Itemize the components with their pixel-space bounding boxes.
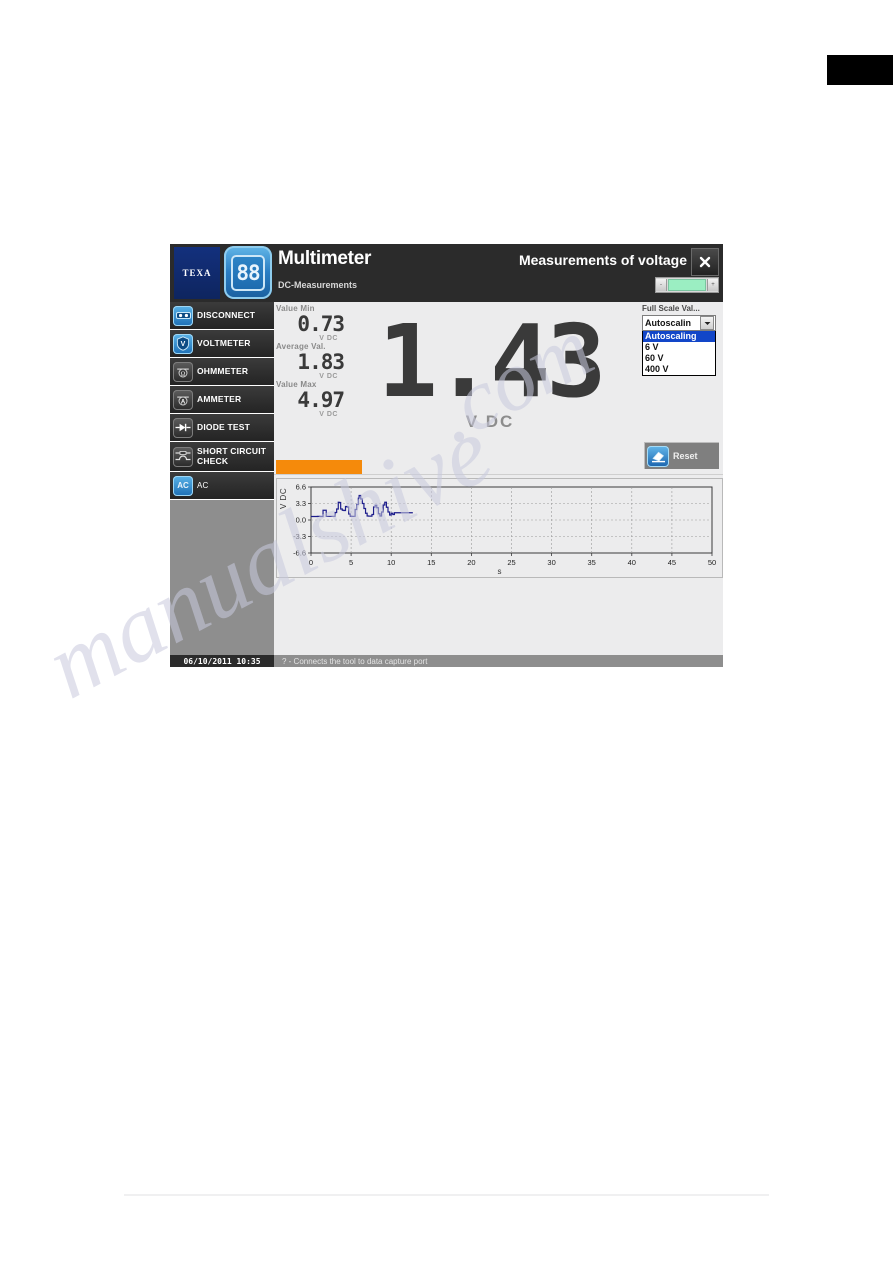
sidebar-menu: DISCONNECT V VOLTMETER Ω OHMMETER A AMME… xyxy=(170,302,274,655)
sidebar-item-short-circuit-check[interactable]: SHORT CIRCUIT CHECK xyxy=(170,442,274,472)
main-reading-value: 1.43 xyxy=(377,303,607,420)
page-black-marker xyxy=(827,55,893,85)
full-scale-select[interactable]: Autoscalin xyxy=(642,315,716,331)
sidebar-item-label: AMMETER xyxy=(197,393,242,404)
svg-text:-6.6: -6.6 xyxy=(293,549,306,558)
close-button[interactable] xyxy=(691,248,719,276)
ac-icon-glyph: AC xyxy=(177,481,189,490)
status-bar: 06/10/2011 10:35 ? - Connects the tool t… xyxy=(170,655,723,667)
title-bar: TEXA 88 Multimeter DC-Measurements Measu… xyxy=(170,244,723,302)
ac-icon: AC xyxy=(173,475,193,496)
svg-text:20: 20 xyxy=(467,558,475,567)
close-icon xyxy=(699,256,711,268)
readouts-panel: Value Min 0.73 V DC Average Val. 1.83 V … xyxy=(276,304,345,454)
svg-text:45: 45 xyxy=(668,558,676,567)
value-max-unit: V DC xyxy=(319,411,338,418)
full-scale-option[interactable]: Autoscaling xyxy=(643,331,715,342)
status-datetime: 06/10/2011 10:35 xyxy=(170,655,274,667)
level-increase-button[interactable]: + xyxy=(707,279,718,291)
sidebar-item-label: DIODE TEST xyxy=(197,421,251,432)
full-scale-option[interactable]: 60 V xyxy=(643,353,715,364)
sidebar-item-disconnect[interactable]: DISCONNECT xyxy=(170,302,274,330)
svg-text:15: 15 xyxy=(427,558,435,567)
svg-text:6.6: 6.6 xyxy=(296,483,306,492)
voltmeter-icon: V xyxy=(173,333,193,354)
full-scale-label: Full Scale Val... xyxy=(642,304,700,313)
sidebar-item-diode-test[interactable]: DIODE TEST xyxy=(170,414,274,442)
sidebar-item-label: SHORT CIRCUIT CHECK xyxy=(197,446,267,466)
sidebar-item-label: AC xyxy=(197,480,209,490)
eraser-icon xyxy=(647,445,669,467)
svg-text:50: 50 xyxy=(708,558,716,567)
sidebar-item-ammeter[interactable]: A AMMETER xyxy=(170,386,274,414)
value-max-value: 4.97 xyxy=(297,388,345,412)
full-scale-selected-value: Autoscalin xyxy=(645,318,692,328)
svg-text:A: A xyxy=(181,399,186,405)
connector-icon xyxy=(173,305,193,326)
average-value-value: 1.83 xyxy=(297,350,345,374)
reset-button[interactable]: Reset xyxy=(644,442,719,469)
page-title: Multimeter xyxy=(278,248,372,269)
sidebar-item-ac[interactable]: AC AC xyxy=(170,472,274,500)
texa-logo-text: TEXA xyxy=(182,268,212,278)
svg-text:0.0: 0.0 xyxy=(296,516,306,525)
device-icon: 88 xyxy=(224,246,272,299)
multimeter-app-window: TEXA 88 Multimeter DC-Measurements Measu… xyxy=(170,244,723,667)
measurement-mode-label: Measurements of voltage xyxy=(518,252,687,268)
measurement-chart[interactable]: V DC 0 5 10 15 20 25 30 35 40 45 50 6.6 3.3 0.0 -3.3 -6… xyxy=(276,478,723,578)
value-min-value: 0.73 xyxy=(297,312,345,336)
svg-text:40: 40 xyxy=(628,558,636,567)
reset-button-label: Reset xyxy=(673,451,698,461)
texa-logo: TEXA xyxy=(174,247,220,299)
value-min-unit: V DC xyxy=(319,335,338,342)
full-scale-option[interactable]: 400 V xyxy=(643,364,715,375)
status-hint: ? - Connects the tool to data capture po… xyxy=(282,656,428,666)
full-scale-option-list[interactable]: Autoscaling 6 V 60 V 400 V xyxy=(642,331,716,376)
ammeter-icon: A xyxy=(173,389,193,410)
sidebar-item-label: OHMMETER xyxy=(197,365,249,376)
chart-plot-area: 0 5 10 15 20 25 30 35 40 45 50 6.6 3.3 0.0 -3.3 -6.6 xyxy=(293,483,716,567)
chevron-down-icon[interactable] xyxy=(700,316,714,330)
svg-text:30: 30 xyxy=(547,558,555,567)
signal-level-indicator[interactable]: - + xyxy=(655,277,719,293)
svg-text:-3.3: -3.3 xyxy=(293,532,306,541)
svg-text:5: 5 xyxy=(349,558,353,567)
sidebar-item-label: VOLTMETER xyxy=(197,337,251,348)
chart-x-axis-label: s xyxy=(497,567,502,576)
svg-text:35: 35 xyxy=(588,558,596,567)
content-divider xyxy=(274,474,723,475)
svg-text:10: 10 xyxy=(387,558,395,567)
capture-progress-bar xyxy=(276,460,362,474)
ohmmeter-icon: Ω xyxy=(173,361,193,382)
sidebar-item-ohmmeter[interactable]: Ω OHMMETER xyxy=(170,358,274,386)
svg-text:Ω: Ω xyxy=(181,371,186,377)
controls-panel: Full Scale Val... Autoscalin Autoscaling… xyxy=(642,304,722,474)
short-circuit-icon xyxy=(173,446,193,467)
diode-icon xyxy=(173,417,193,438)
page-subtitle: DC-Measurements xyxy=(278,280,358,290)
main-reading-display: 1.43 V DC xyxy=(350,306,630,456)
sidebar-item-voltmeter[interactable]: V VOLTMETER xyxy=(170,330,274,358)
average-value-unit: V DC xyxy=(319,373,338,380)
document-page: TEXA 88 Multimeter DC-Measurements Measu… xyxy=(0,0,893,1263)
device-icon-digits: 88 xyxy=(231,254,265,291)
page-footer-rule xyxy=(124,1194,769,1196)
measurement-content: Value Min 0.73 V DC Average Val. 1.83 V … xyxy=(274,302,723,655)
svg-text:3.3: 3.3 xyxy=(296,499,306,508)
svg-text:0: 0 xyxy=(309,558,313,567)
sidebar-item-label: DISCONNECT xyxy=(197,309,256,320)
level-decrease-button[interactable]: - xyxy=(656,279,667,291)
svg-text:25: 25 xyxy=(507,558,515,567)
level-fill xyxy=(668,279,706,291)
svg-text:V: V xyxy=(181,341,186,348)
full-scale-option[interactable]: 6 V xyxy=(643,342,715,353)
